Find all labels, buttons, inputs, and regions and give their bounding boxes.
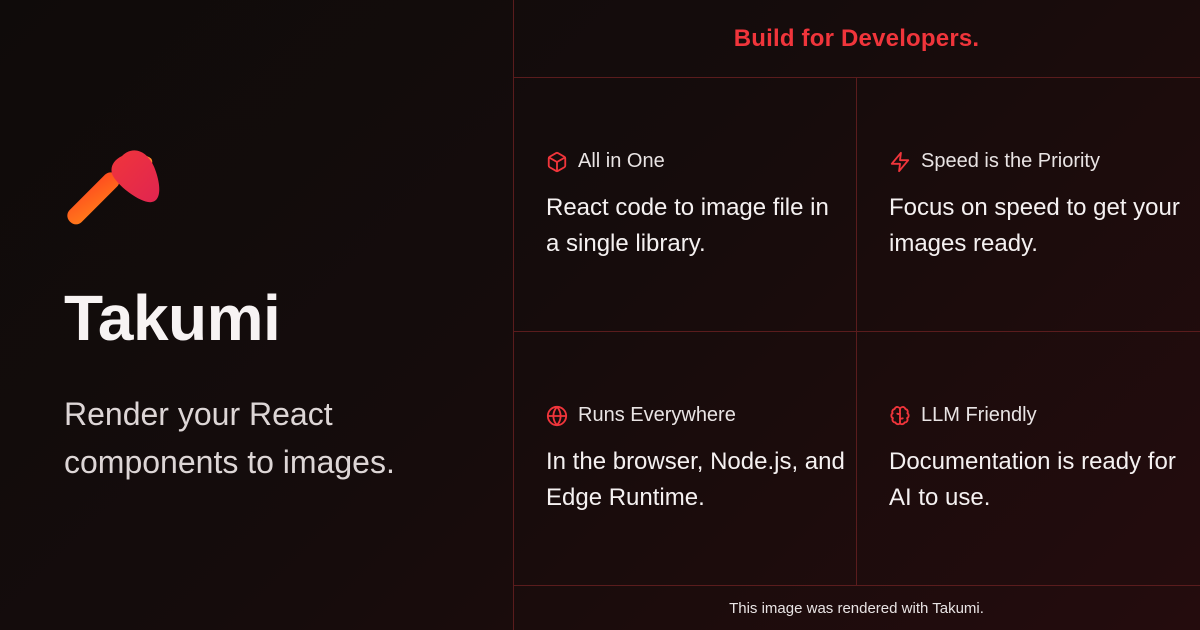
feature-description: In the browser, Node.js, and Edge Runtim…: [546, 448, 845, 511]
feature-title: Runs Everywhere: [578, 404, 736, 426]
feature-description: React code to image file in a single lib…: [546, 194, 829, 257]
feature-title: LLM Friendly: [921, 404, 1037, 426]
brand-panel: Takumi Render your React components to i…: [0, 0, 513, 630]
section-heading: Build for Developers.: [733, 25, 980, 52]
brand-name: Takumi: [64, 282, 281, 354]
feature-description: Focus on speed to get your images ready.: [889, 194, 1180, 257]
feature-title: All in One: [578, 150, 665, 172]
feature-title: Speed is the Priority: [921, 150, 1100, 172]
cube-icon: [547, 151, 567, 172]
tagline: Render your React components to images.: [64, 396, 395, 480]
feature-card-all-in-one: All in One React code to image file in a…: [513, 78, 856, 332]
lightning-icon: [890, 151, 910, 172]
footer-note: This image was rendered with Takumi.: [729, 599, 984, 617]
brain-icon: [890, 405, 910, 425]
feature-description: Documentation is ready for AI to use.: [889, 448, 1176, 511]
feature-card-llm-friendly: LLM Friendly Documentation is ready for …: [856, 332, 1199, 586]
hammer-icon: [67, 150, 160, 225]
feature-card-speed: Speed is the Priority Focus on speed to …: [856, 78, 1199, 332]
features-panel: Build for Developers. All in One React c…: [513, 0, 1200, 630]
globe-icon: [546, 405, 568, 426]
feature-card-runs-everywhere: Runs Everywhere In the browser, Node.js,…: [513, 332, 856, 586]
